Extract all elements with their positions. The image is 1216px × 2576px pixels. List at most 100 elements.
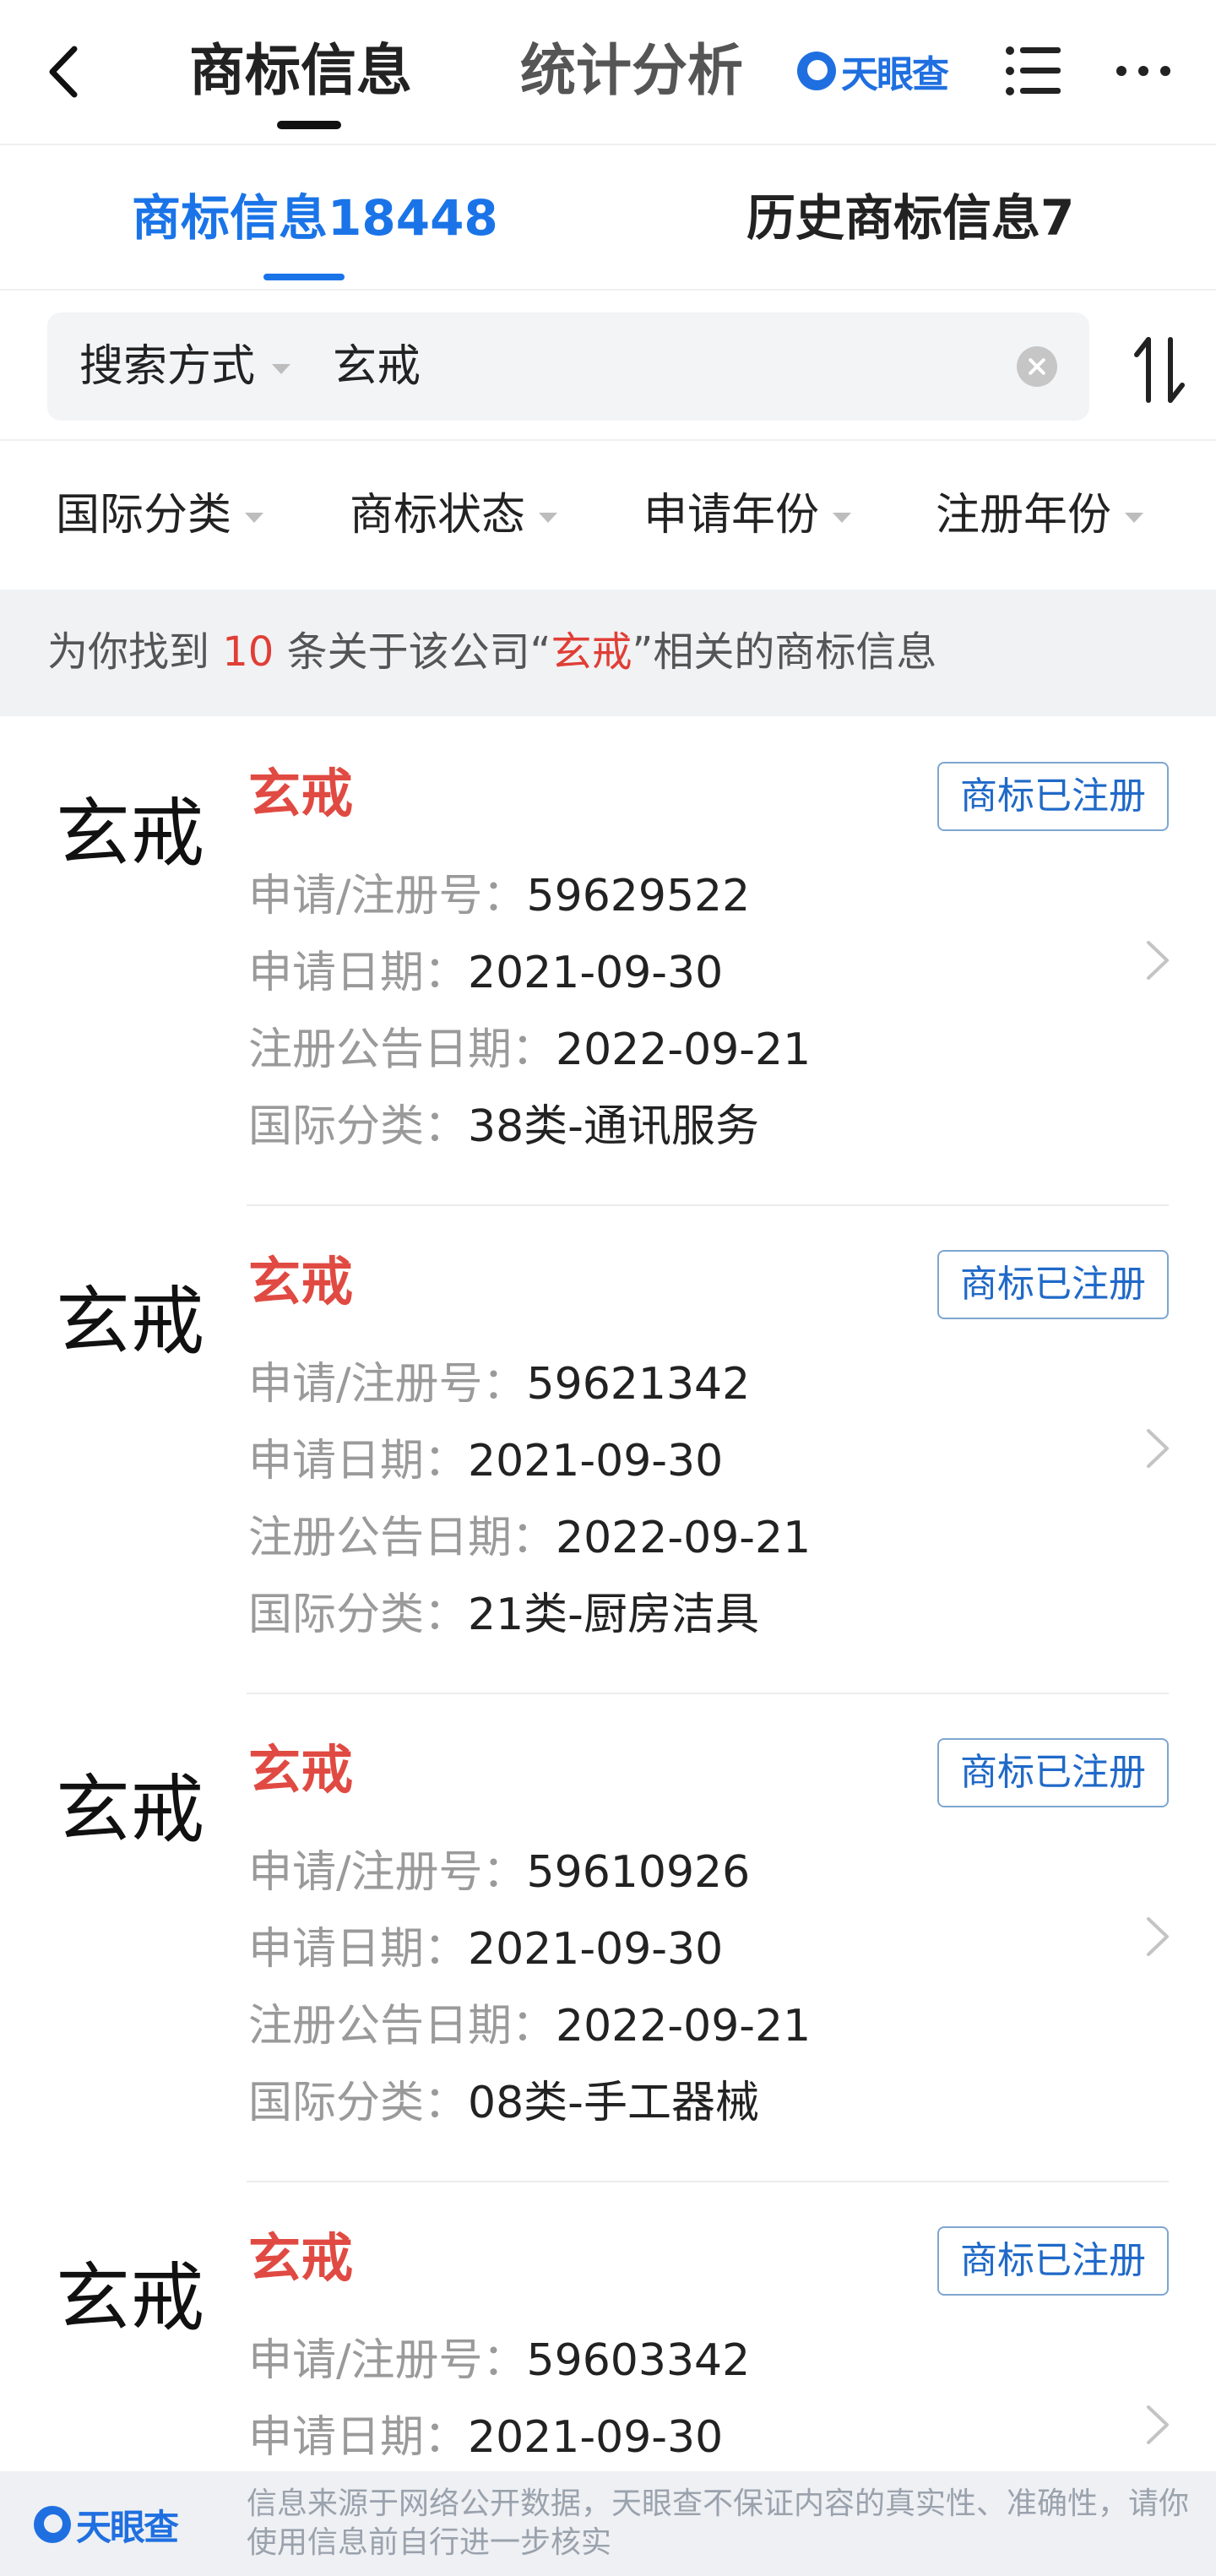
status-badge: 商标已注册 — [937, 2226, 1169, 2296]
filter-apply-year[interactable]: 申请年份 — [643, 483, 852, 547]
chevron-down-icon — [833, 513, 852, 523]
intl-class-value: 21类-厨房洁具 — [468, 1590, 759, 1640]
chevron-right-icon — [1147, 1429, 1169, 1468]
chevron-right-icon — [1147, 2405, 1169, 2444]
reg-no-row: 申请/注册号：59610926 — [248, 1843, 750, 1902]
top-navigation-bar: 商标信息 统计分析 天眼查 — [0, 0, 1216, 145]
sub-tab-bar: 商标信息18448 历史商标信息7 — [0, 147, 1216, 291]
chevron-down-icon — [272, 364, 291, 374]
trademark-image: 玄戒 — [56, 1278, 205, 1365]
reg-no-label: 申请/注册号： — [248, 2335, 527, 2386]
apply-date-value: 2021-09-30 — [468, 1924, 724, 1975]
summary-middle: 条关于该公司“ — [274, 628, 551, 676]
announce-date-label: 注册公告日期： — [248, 2001, 556, 2052]
chevron-right-icon — [1147, 941, 1169, 980]
chevron-down-icon — [245, 513, 264, 523]
status-badge: 商标已注册 — [937, 1250, 1169, 1319]
intl-class-label: 国际分类： — [248, 2078, 469, 2128]
status-badge: 商标已注册 — [937, 1738, 1169, 1807]
trademark-name: 玄戒 — [248, 1739, 354, 1801]
reg-no-value: 59610926 — [526, 1847, 751, 1898]
search-query[interactable]: 玄戒 — [333, 334, 421, 399]
active-tab-indicator — [277, 121, 341, 129]
apply-date-row: 申请日期：2021-09-30 — [248, 1432, 723, 1491]
reg-no-label: 申请/注册号： — [248, 1847, 527, 1898]
apply-date-value: 2021-09-30 — [468, 2412, 724, 2463]
trademark-card[interactable]: 玄戒 玄戒 商标已注册 申请/注册号：59621342 申请日期：2021-09… — [0, 1206, 1216, 1694]
subtab-trademark-info[interactable]: 商标信息18448 — [132, 187, 498, 248]
announce-date-row: 注册公告日期：2022-09-21 — [248, 1508, 811, 1568]
search-mode-label: 搜索方式 — [79, 341, 256, 392]
filter-trademark-status[interactable]: 商标状态 — [350, 483, 558, 547]
result-summary-banner: 为你找到 10 条关于该公司“玄戒”相关的商标信息 — [0, 590, 1216, 716]
tianyancha-logo: 天眼查 — [797, 47, 949, 96]
result-summary-text: 为你找到 10 条关于该公司“玄戒”相关的商标信息 — [47, 622, 936, 682]
reg-no-value: 59621342 — [526, 1359, 751, 1410]
reg-no-row: 申请/注册号：59629522 — [248, 867, 750, 926]
footer-logo-text: 天眼查 — [76, 2506, 179, 2548]
filter-label: 申请年份 — [643, 490, 820, 541]
trademark-card[interactable]: 玄戒 玄戒 商标已注册 申请/注册号：59603342 申请日期：2021-09… — [0, 2182, 1216, 2471]
reg-no-value: 59629522 — [526, 871, 751, 921]
chevron-right-icon — [1147, 1917, 1169, 1956]
subtab-history-trademark[interactable]: 历史商标信息7 — [746, 187, 1074, 248]
trademark-card[interactable]: 玄戒 玄戒 商标已注册 申请/注册号：59610926 申请日期：2021-09… — [0, 1694, 1216, 2182]
apply-date-label: 申请日期： — [248, 2412, 469, 2463]
back-arrow-icon[interactable] — [41, 42, 91, 101]
intl-class-row: 国际分类：08类-手工器械 — [248, 2073, 759, 2133]
trademark-name: 玄戒 — [248, 1251, 354, 1312]
filter-register-year[interactable]: 注册年份 — [936, 483, 1144, 547]
tab-trademark-info[interactable]: 商标信息 — [189, 37, 412, 105]
filter-label: 商标状态 — [350, 490, 526, 541]
reg-no-label: 申请/注册号： — [248, 1359, 527, 1410]
summary-suffix: ”相关的商标信息 — [632, 628, 937, 676]
disclaimer-text: 信息来源于网络公开数据，天眼查不保证内容的真实性、准确性，请你使用信息前自行进一… — [247, 2486, 1190, 2560]
tianyancha-logo-icon — [34, 2506, 71, 2543]
announce-date-label: 注册公告日期： — [248, 1513, 556, 1563]
trademark-name: 玄戒 — [248, 2227, 354, 2289]
reg-no-value: 59603342 — [526, 2335, 751, 2386]
apply-date-label: 申请日期： — [248, 948, 469, 998]
subtab-active-indicator — [263, 274, 345, 280]
announce-date-row: 注册公告日期：2022-09-21 — [248, 1997, 811, 2056]
intl-class-label: 国际分类： — [248, 1101, 469, 1152]
search-section: 搜索方式 玄戒 — [0, 292, 1216, 441]
source-disclaimer-footer: 天眼查 信息来源于网络公开数据，天眼查不保证内容的真实性、准确性，请你使用信息前… — [0, 2471, 1216, 2576]
status-badge: 商标已注册 — [937, 762, 1169, 831]
logo-text: 天眼查 — [841, 53, 949, 96]
chevron-down-icon — [539, 513, 558, 523]
search-mode-dropdown[interactable]: 搜索方式 — [79, 334, 291, 399]
search-input[interactable]: 搜索方式 玄戒 — [47, 312, 1089, 421]
intl-class-value: 08类-手工器械 — [468, 2078, 759, 2128]
apply-date-label: 申请日期： — [248, 1924, 469, 1975]
announce-date-row: 注册公告日期：2022-09-21 — [248, 1020, 811, 1079]
tianyancha-logo-icon — [797, 52, 836, 90]
intl-class-value: 38类-通讯服务 — [468, 1101, 759, 1152]
clear-search-icon[interactable] — [1017, 346, 1057, 387]
apply-date-label: 申请日期： — [248, 1436, 469, 1486]
apply-date-value: 2021-09-30 — [468, 948, 724, 998]
filter-bar: 国际分类 商标状态 申请年份 注册年份 — [0, 443, 1216, 588]
reg-no-row: 申请/注册号：59603342 — [248, 2331, 750, 2390]
trademark-card[interactable]: 玄戒 玄戒 商标已注册 申请/注册号：59629522 申请日期：2021-09… — [0, 718, 1216, 1206]
apply-date-value: 2021-09-30 — [468, 1436, 724, 1486]
apply-date-row: 申请日期：2021-09-30 — [248, 1920, 723, 1979]
summary-keyword: 玄戒 — [551, 628, 632, 676]
footer-logo: 天眼查 — [34, 2502, 179, 2548]
announce-date-value: 2022-09-21 — [556, 2001, 812, 2052]
more-options-icon[interactable] — [1113, 61, 1174, 81]
announce-date-value: 2022-09-21 — [556, 1024, 812, 1075]
summary-prefix: 为你找到 — [47, 628, 223, 676]
sort-icon[interactable] — [1132, 334, 1187, 405]
tab-statistics[interactable]: 统计分析 — [520, 37, 743, 105]
list-menu-icon[interactable] — [1005, 44, 1061, 98]
filter-intl-class[interactable]: 国际分类 — [56, 483, 264, 547]
apply-date-row: 申请日期：2021-09-30 — [248, 943, 723, 1003]
chevron-down-icon — [1125, 513, 1144, 523]
result-count: 10 — [222, 628, 274, 676]
trademark-image: 玄戒 — [56, 2254, 205, 2341]
trademark-image: 玄戒 — [56, 1766, 205, 1853]
intl-class-row: 国际分类：21类-厨房洁具 — [248, 1585, 759, 1644]
intl-class-row: 国际分类：38类-通讯服务 — [248, 1097, 759, 1156]
trademark-image: 玄戒 — [56, 790, 205, 877]
